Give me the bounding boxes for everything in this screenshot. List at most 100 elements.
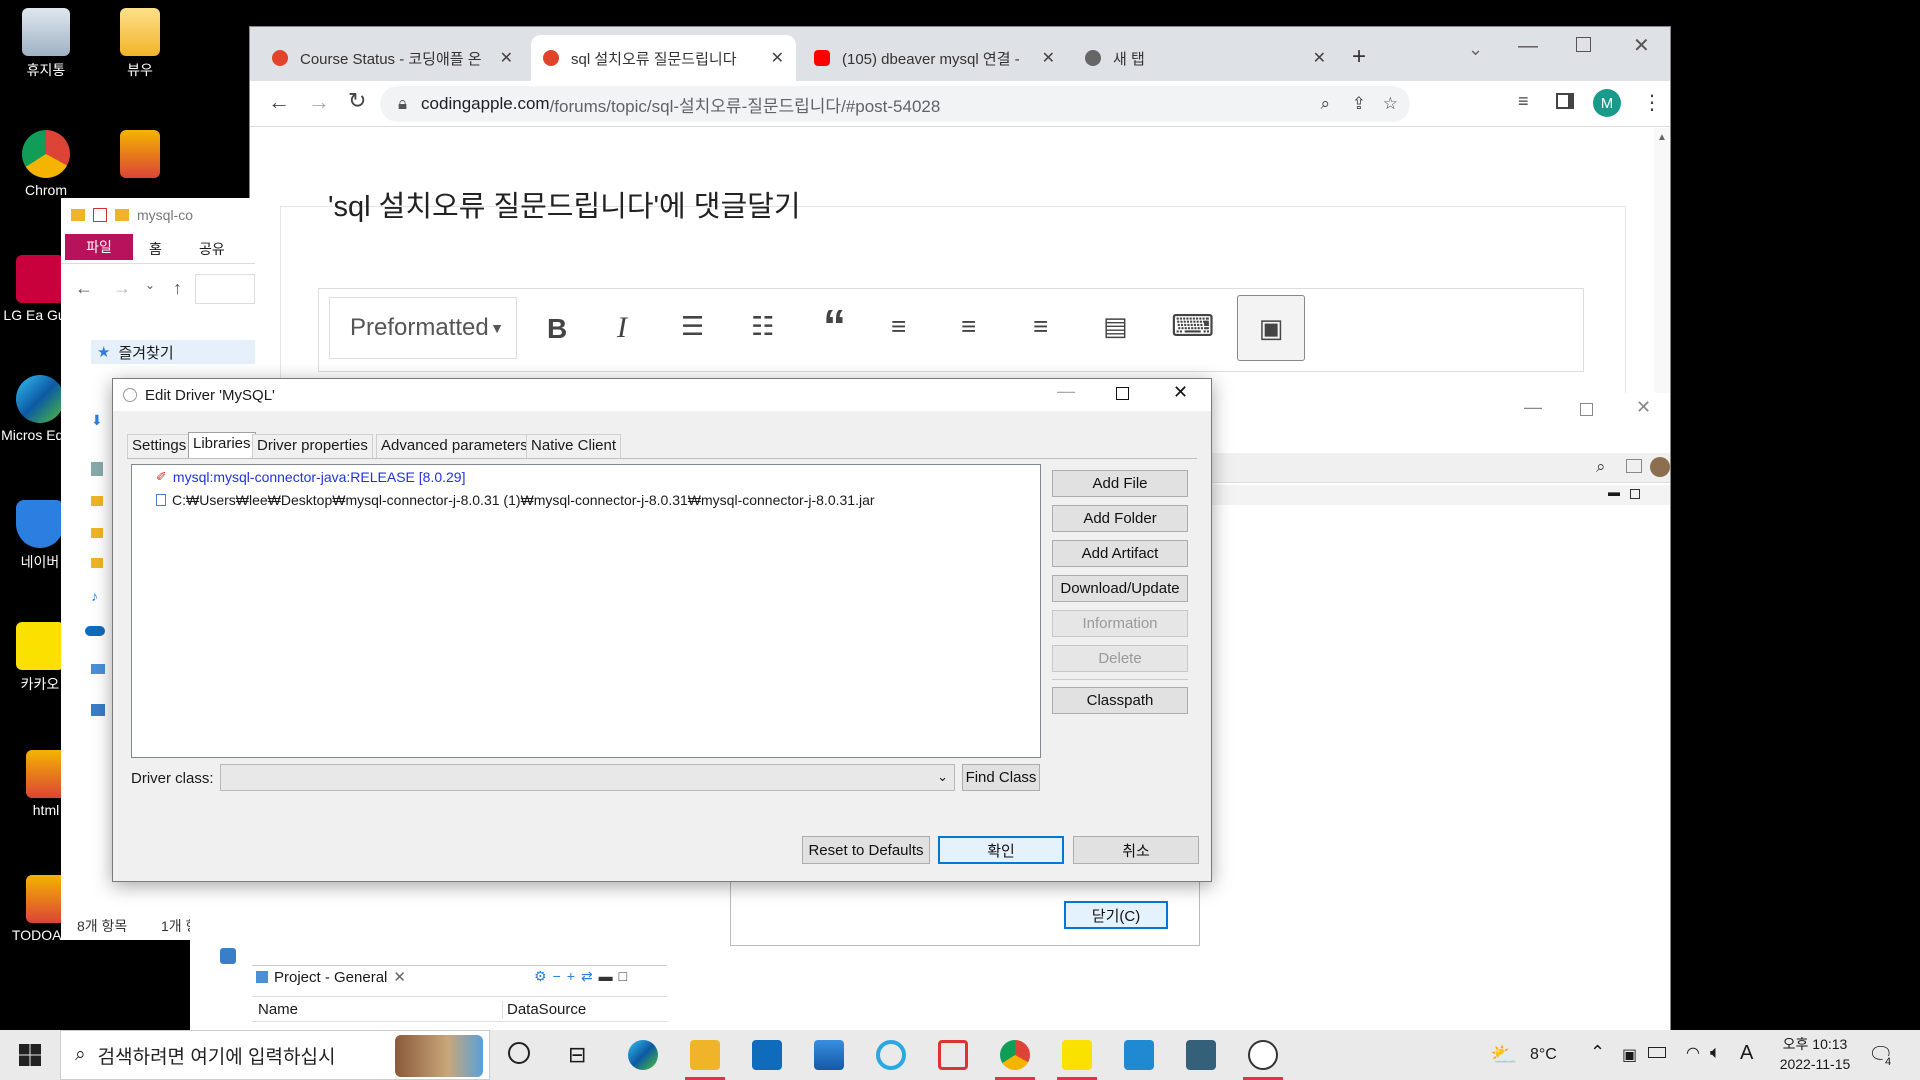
- maximize-icon[interactable]: [1580, 403, 1593, 416]
- numbered-list-icon[interactable]: ☷: [751, 311, 774, 342]
- minimize-icon[interactable]: ▬: [599, 968, 619, 984]
- italic-icon[interactable]: I: [617, 311, 627, 345]
- back-icon[interactable]: ←: [268, 89, 290, 115]
- bullet-list-icon[interactable]: ☰: [681, 311, 704, 342]
- gear-icon[interactable]: ⚙: [534, 968, 553, 984]
- checkbox-icon[interactable]: [93, 208, 107, 222]
- maximize-icon[interactable]: [1576, 37, 1591, 52]
- file-explorer-taskbar-icon[interactable]: [690, 1040, 720, 1070]
- project-panel-tab[interactable]: Project - General ✕: [256, 968, 406, 986]
- libraries-list[interactable]: ✐ mysql:mysql-connector-java:RELEASE [8.…: [131, 464, 1041, 758]
- dbeaver-taskbar-icon[interactable]: [1248, 1040, 1278, 1070]
- edge-taskbar-icon[interactable]: [628, 1040, 658, 1070]
- close-icon[interactable]: ✕: [1305, 48, 1326, 68]
- perspective-icon[interactable]: [1626, 459, 1642, 473]
- volume-icon[interactable]: 🔈︎: [1710, 1042, 1721, 1063]
- classpath-button[interactable]: Classpath: [1052, 687, 1188, 714]
- profile-avatar[interactable]: M: [1593, 89, 1621, 117]
- list-item[interactable]: C:₩Users₩lee₩Desktop₩mysql-connector-j-8…: [156, 492, 875, 508]
- close-icon[interactable]: ✕: [1034, 48, 1055, 68]
- driver-class-combo[interactable]: ⌄: [220, 764, 955, 791]
- read-more-icon[interactable]: ▤: [1103, 311, 1128, 342]
- delete-button[interactable]: Delete: [1052, 645, 1188, 672]
- chevron-up-icon[interactable]: ⌃: [1590, 1042, 1605, 1063]
- search-icon[interactable]: ⌕: [1596, 457, 1606, 477]
- clock[interactable]: 오후 10:13 2022-11-15: [1770, 1034, 1860, 1074]
- align-left-icon[interactable]: ≡: [891, 311, 906, 342]
- close-window-icon[interactable]: ✕: [1633, 33, 1650, 58]
- store-icon[interactable]: [814, 1040, 844, 1070]
- meet-now-icon[interactable]: ▣: [1622, 1045, 1637, 1065]
- minimize-icon[interactable]: —: [1524, 397, 1542, 418]
- address-box[interactable]: [195, 274, 255, 304]
- maximize-icon[interactable]: [1630, 489, 1640, 499]
- back-icon[interactable]: ←: [75, 278, 93, 299]
- forward-icon[interactable]: →: [308, 89, 330, 115]
- ok-button[interactable]: 확인: [938, 836, 1064, 864]
- start-button[interactable]: [0, 1030, 60, 1080]
- taskbar-search[interactable]: ⌕ 검색하려면 여기에 입력하십시: [60, 1030, 490, 1080]
- ribbon-tab-home[interactable]: 홈: [149, 239, 162, 259]
- menu-kebab-icon[interactable]: ⋮: [1642, 90, 1662, 115]
- reset-defaults-button[interactable]: Reset to Defaults: [802, 836, 930, 864]
- tab-new-tab[interactable]: 새 탭 ✕: [1073, 35, 1338, 81]
- zoom-icon[interactable]: ⌕: [1320, 94, 1330, 114]
- address-bar[interactable]: 🔒︎ codingapple.com/forums/topic/sql-설치오류…: [380, 86, 1410, 122]
- close-dialog-button[interactable]: 닫기(C): [1064, 901, 1168, 929]
- add-folder-button[interactable]: Add Folder: [1052, 505, 1188, 532]
- align-right-icon[interactable]: ≡: [1033, 311, 1048, 342]
- tab-sql-question[interactable]: sql 설치오류 질문드립니다 ✕: [531, 35, 796, 81]
- link-icon[interactable]: ⇄: [581, 968, 599, 984]
- information-button[interactable]: Information: [1052, 610, 1188, 637]
- dbeaver-perspective-icon[interactable]: [1650, 457, 1670, 477]
- add-file-button[interactable]: Add File: [1052, 470, 1188, 497]
- column-name[interactable]: Name: [258, 1001, 298, 1018]
- insert-image-button[interactable]: ▣: [1237, 295, 1305, 361]
- cortana-icon[interactable]: [508, 1042, 530, 1064]
- chrome-taskbar-icon[interactable]: [1000, 1040, 1030, 1070]
- sync-app-icon[interactable]: [938, 1040, 968, 1070]
- minimize-icon[interactable]: ▬: [1608, 485, 1620, 499]
- expand-icon[interactable]: +: [567, 968, 581, 984]
- find-class-button[interactable]: Find Class: [962, 764, 1040, 791]
- tab-search-icon[interactable]: ⌄: [1468, 39, 1483, 60]
- forward-icon[interactable]: →: [113, 278, 131, 299]
- tab-native-client[interactable]: Native Client: [526, 434, 622, 458]
- weather-icon[interactable]: ⛅: [1490, 1042, 1517, 1068]
- ie-icon[interactable]: [876, 1040, 906, 1070]
- download-update-button[interactable]: Download/Update: [1052, 575, 1188, 602]
- minimize-icon[interactable]: —: [1057, 381, 1075, 402]
- battery-icon[interactable]: [1648, 1047, 1666, 1058]
- tab-driver-properties[interactable]: Driver properties: [252, 434, 373, 458]
- tab-course-status[interactable]: Course Status - 코딩애플 온 ✕: [260, 35, 525, 81]
- add-artifact-button[interactable]: Add Artifact: [1052, 540, 1188, 567]
- share-icon[interactable]: ⇪: [1352, 94, 1366, 114]
- scroll-up-icon[interactable]: ▲: [1657, 132, 1667, 143]
- side-panel-icon[interactable]: [1556, 93, 1574, 109]
- ime-indicator[interactable]: A: [1740, 1042, 1753, 1065]
- bookmark-star-icon[interactable]: ☆: [1383, 94, 1398, 114]
- up-icon[interactable]: ↑: [173, 278, 182, 299]
- align-center-icon[interactable]: ≡: [961, 311, 976, 342]
- vscode-icon[interactable]: [1124, 1040, 1154, 1070]
- minimize-icon[interactable]: —: [1518, 35, 1538, 58]
- desktop-icon-folder[interactable]: 뷰우: [100, 8, 180, 80]
- list-item[interactable]: ✐ mysql:mysql-connector-java:RELEASE [8.…: [156, 469, 465, 485]
- tab-libraries[interactable]: Libraries: [188, 432, 256, 459]
- reading-list-icon[interactable]: ≡: [1518, 91, 1529, 112]
- cancel-button[interactable]: 취소: [1073, 836, 1199, 864]
- close-window-icon[interactable]: ✕: [1636, 397, 1651, 418]
- mysql-workbench-icon[interactable]: [1186, 1040, 1216, 1070]
- nav-favorites[interactable]: ★ 즐겨찾기: [91, 340, 255, 364]
- keyboard-icon[interactable]: ⌨: [1171, 309, 1214, 344]
- ribbon-tab-share[interactable]: 공유: [199, 239, 225, 259]
- wifi-icon[interactable]: ◠: [1686, 1043, 1700, 1063]
- close-icon[interactable]: ✕: [492, 48, 513, 68]
- kakaotalk-taskbar-icon[interactable]: [1062, 1040, 1092, 1070]
- tab-advanced-parameters[interactable]: Advanced parameters: [376, 434, 533, 458]
- desktop-icon-chrome[interactable]: Chrom: [6, 130, 86, 198]
- chevron-down-icon[interactable]: ⌄: [145, 278, 155, 292]
- column-datasource[interactable]: DataSource: [502, 1001, 586, 1018]
- maximize-icon[interactable]: [1116, 387, 1129, 400]
- close-icon[interactable]: ✕: [393, 968, 406, 986]
